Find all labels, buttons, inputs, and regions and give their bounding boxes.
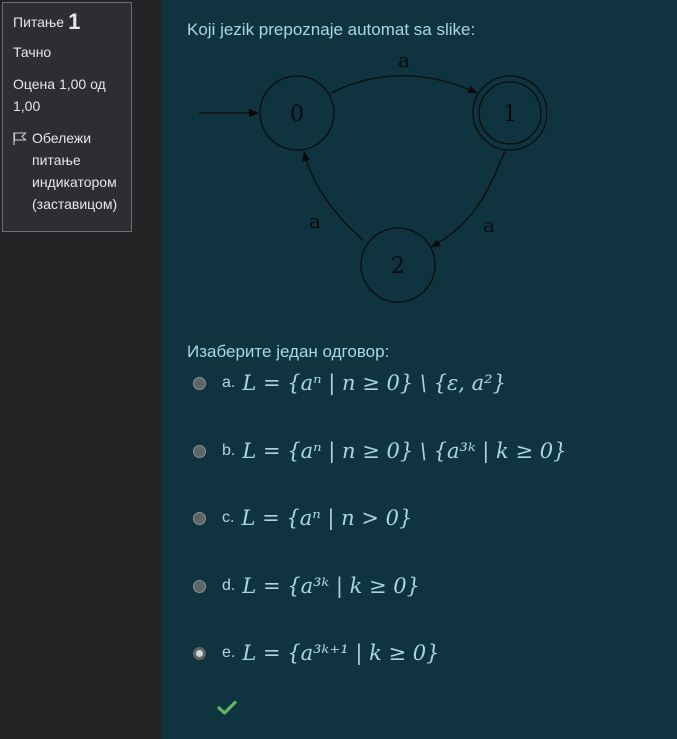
state-1-label: 1 xyxy=(503,102,517,127)
automaton-diagram: 0 1 2 a a a xyxy=(199,48,547,303)
answer-formula-a: L = {aⁿ | n ≥ 0} \ {ε, a²} xyxy=(242,371,506,395)
radio-d[interactable] xyxy=(193,579,206,593)
question-number: 1 xyxy=(68,9,81,34)
answer-letter-c: c. xyxy=(222,509,235,526)
radio-c[interactable] xyxy=(193,511,206,525)
answer-option-e[interactable]: e. L = {a³ᵏ⁺¹ | k ≥ 0} xyxy=(193,638,440,668)
flag-label: Обележи питање индикатором (заставицом) xyxy=(32,130,118,212)
question-text: Koji jezik prepoznaje automat sa slike: xyxy=(187,20,476,39)
radio-b[interactable] xyxy=(193,444,206,458)
answer-formula-c: L = {aⁿ | n > 0} xyxy=(241,506,413,530)
transition-0-1 xyxy=(330,75,478,94)
question-heading: Питање 1 xyxy=(13,11,121,33)
question-label: Питање xyxy=(13,14,65,30)
question-content: Koji jezik prepoznaje automat sa slike: … xyxy=(162,0,677,739)
answer-option-d[interactable]: d. L = {a³ᵏ | k ≥ 0} xyxy=(193,571,420,601)
answer-option-b[interactable]: b. L = {aⁿ | n ≥ 0} \ {a³ᵏ | k ≥ 0} xyxy=(193,436,566,466)
state-2-label: 2 xyxy=(391,254,405,279)
answer-option-a[interactable]: a. L = {aⁿ | n ≥ 0} \ {ε, a²} xyxy=(193,368,506,398)
answer-letter-d: d. xyxy=(222,577,236,594)
question-grade: Оцена 1,00 од 1,00 xyxy=(13,76,106,114)
flag-question-link[interactable]: Обележи питање индикатором (заставицом) xyxy=(13,127,121,215)
transition-label-1-2: a xyxy=(483,213,495,237)
flag-icon xyxy=(13,132,27,145)
answer-letter-e: e. xyxy=(222,644,236,661)
question-info-box: Питање 1 Тачно Оцена 1,00 од 1,00 Обележи… xyxy=(2,2,132,232)
question-status: Тачно xyxy=(13,44,52,60)
transition-label-2-0: a xyxy=(309,209,321,233)
answer-formula-e: L = {a³ᵏ⁺¹ | k ≥ 0} xyxy=(242,641,440,665)
transition-label-0-1: a xyxy=(398,48,410,72)
correct-check-icon xyxy=(217,700,237,715)
answer-formula-d: L = {a³ᵏ | k ≥ 0} xyxy=(242,574,421,598)
left-column: Питање 1 Тачно Оцена 1,00 од 1,00 Обележи… xyxy=(0,0,162,739)
radio-e[interactable] xyxy=(193,646,206,660)
answer-letter-a: a. xyxy=(222,374,236,391)
answer-formula-b: L = {aⁿ | n ≥ 0} \ {a³ᵏ | k ≥ 0} xyxy=(242,439,567,463)
radio-a[interactable] xyxy=(193,376,206,390)
answer-prompt: Изаберите један одговор: xyxy=(187,342,390,361)
answer-letter-b: b. xyxy=(222,442,236,459)
answer-option-c[interactable]: c. L = {aⁿ | n > 0} xyxy=(193,503,412,533)
state-0-label: 0 xyxy=(290,102,304,127)
